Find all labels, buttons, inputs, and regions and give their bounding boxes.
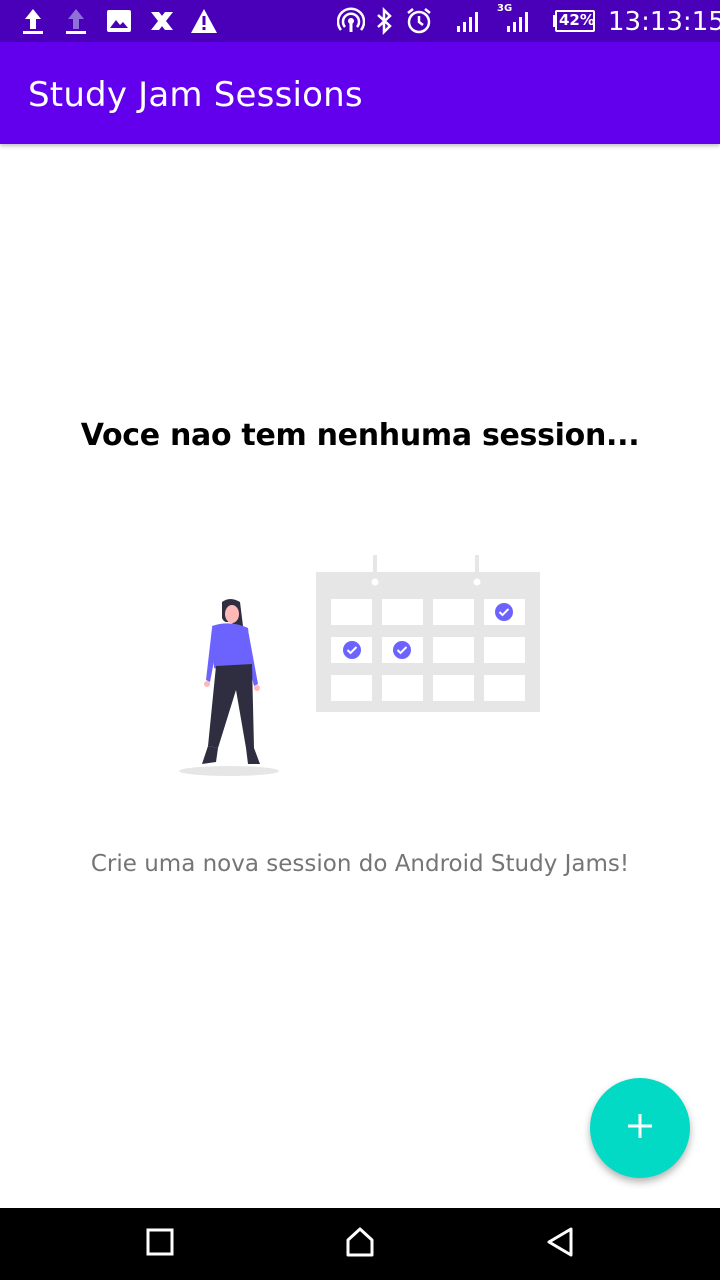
signal-icon [455,7,481,35]
image-icon [106,7,132,35]
status-bar: 3G 42% 13:13:15 [0,0,720,42]
empty-state-subtitle: Crie uma nova session do Android Study J… [90,851,630,877]
navigation-bar [0,1208,720,1280]
x-app-icon [149,7,175,35]
person-calendar-illustration [170,550,550,780]
home-button[interactable] [340,1224,380,1264]
recent-apps-button[interactable] [140,1224,180,1264]
home-icon [344,1226,376,1263]
empty-state-title: Voce nao tem nenhuma session... [80,418,640,453]
signal-3g-icon [505,7,531,35]
clock: 13:13:15 [608,7,720,37]
battery-level: 42% [559,11,595,29]
upload-icon [63,7,89,35]
hotspot-icon [337,7,365,35]
add-session-button[interactable] [590,1078,690,1178]
recent-apps-icon [145,1227,175,1262]
back-icon [545,1226,575,1263]
calendar-graphic [316,555,540,712]
upload-icon [20,7,46,35]
alarm-icon [405,7,433,35]
check-icon [343,641,361,659]
check-icon [495,603,513,621]
app-bar: Study Jam Sessions [0,42,720,144]
person-graphic [179,599,279,776]
check-icon [393,641,411,659]
back-button[interactable] [540,1224,580,1264]
app-title: Study Jam Sessions [28,75,363,115]
bluetooth-icon [373,7,395,35]
warning-icon [190,7,218,35]
plus-icon [626,1112,654,1145]
